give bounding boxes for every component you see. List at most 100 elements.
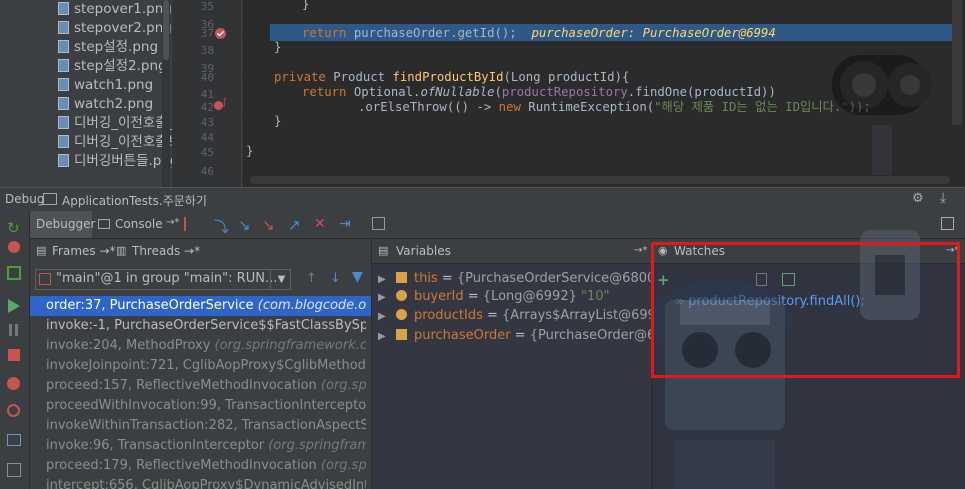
image-file-icon <box>58 59 69 72</box>
field-icon <box>395 272 407 283</box>
line-number: 43 <box>200 116 214 129</box>
get-thread-dump-icon[interactable] <box>7 434 21 446</box>
line-number: 37 <box>200 27 214 40</box>
line-number: 40 <box>200 71 214 84</box>
breakpoint-lambda-icon[interactable] <box>214 101 223 110</box>
variables-panel-header: ▤ Variables →* <box>372 239 651 264</box>
debug-label: Debug <box>5 192 45 206</box>
restore-layout-icon[interactable] <box>7 266 21 280</box>
tab-threads[interactable]: Threads →* <box>132 239 200 263</box>
watches-highlight-frame <box>651 242 960 378</box>
image-file-icon <box>58 154 69 167</box>
file-item[interactable]: step설정.png <box>58 38 158 57</box>
filter-icon[interactable]: ▼ <box>352 269 363 285</box>
restore-watches-icon[interactable] <box>941 217 954 230</box>
tab-debugger[interactable]: Debugger <box>30 211 95 238</box>
variables-icon: ▤ <box>378 244 389 257</box>
frame-item[interactable]: invokeWithinTransaction:282, Transaction… <box>46 416 366 436</box>
variable-row[interactable]: ▶ purchaseOrder = {PurchaseOrder@699 <box>378 326 672 346</box>
file-item[interactable]: step설정2.png <box>58 57 167 76</box>
editor-gutter: 35 36 37 38 39 40 41 42 43 44 45 46 ʃ <box>172 0 242 187</box>
view-breakpoints-icon[interactable] <box>7 377 20 390</box>
line-number: 35 <box>200 0 214 13</box>
run-to-cursor-icon[interactable]: ⇥ <box>339 216 351 232</box>
editor-scrollbar[interactable] <box>952 0 962 125</box>
line-number: 38 <box>200 44 214 57</box>
threads-icon: ▥ <box>116 244 127 257</box>
file-list-scrollbar[interactable] <box>162 0 170 187</box>
debug-tool-window-title: Debug ApplicationTests.주문하기 ⚙ ⤓ <box>0 187 965 211</box>
frames-panel-header: ▤ Frames →* ▥ Threads →* <box>30 239 371 264</box>
file-item[interactable]: stepover1.png <box>58 0 172 19</box>
variable-row[interactable]: ▶ buyerId = {Long@6992} "10" <box>378 287 610 307</box>
line-number: 46 <box>200 165 214 178</box>
image-file-icon <box>58 97 69 110</box>
lambda-marker-icon: ʃ <box>223 98 227 108</box>
code-editor[interactable]: } return purchaseOrder.getId(); purchase… <box>242 0 965 187</box>
breakpoint-check-icon[interactable] <box>215 28 226 39</box>
file-item[interactable]: watch1.png <box>58 76 153 95</box>
previous-frame-icon[interactable]: ↑ <box>306 271 317 286</box>
inline-debug-value: purchaseOrder: PurchaseOrder@6994 <box>531 26 776 40</box>
step-out-icon[interactable]: ↗ <box>288 216 301 234</box>
hide-panel-icon[interactable]: ⤓ <box>940 190 946 206</box>
frame-item[interactable]: invoke:204, MethodProxy (org.springframe… <box>46 336 366 356</box>
stop-icon[interactable] <box>8 349 20 361</box>
run-config-tab[interactable]: ApplicationTests.주문하기 <box>62 192 207 209</box>
frame-item[interactable]: proceedWithInvocation:99, TransactionInt… <box>46 396 366 416</box>
frame-item[interactable]: intercept:656, CglibAopProxy$DynamicAdvi… <box>46 476 366 489</box>
code-line: } <box>274 40 282 54</box>
thread-selector-dropdown[interactable]: "main"@1 in group "main": RUN... <box>35 269 291 290</box>
thread-status-icon <box>39 273 51 285</box>
image-file-icon <box>58 2 69 15</box>
code-line: return purchaseOrder.getId(); purchaseOr… <box>302 26 776 40</box>
pause-icon-bar1[interactable] <box>9 324 12 336</box>
frame-item[interactable]: invoke:96, TransactionInterceptor (org.s… <box>46 436 366 456</box>
frame-item[interactable]: order:37, PurchaseOrderService (com.blog… <box>46 296 366 316</box>
frame-item[interactable]: invoke:-1, PurchaseOrderService$$FastCla… <box>46 316 366 336</box>
image-file-icon <box>58 116 69 129</box>
run-config-icon <box>43 193 57 205</box>
image-file-icon <box>58 21 69 34</box>
drop-frame-icon[interactable]: ✕ <box>314 216 326 232</box>
frame-item[interactable]: proceed:157, ReflectiveMethodInvocation … <box>46 376 366 396</box>
image-file-icon <box>58 135 69 148</box>
line-number: 42 <box>200 101 214 114</box>
settings-icon[interactable] <box>7 463 21 477</box>
frame-item[interactable]: proceed:179, ReflectiveMethodInvocation … <box>46 456 366 476</box>
code-line: .orElseThrow(() -> new RuntimeException(… <box>358 100 871 114</box>
next-frame-icon[interactable]: ↓ <box>330 271 341 286</box>
step-into-icon[interactable]: ↘ <box>238 216 251 234</box>
frames-icon: ▤ <box>36 244 47 257</box>
mute-breakpoints-icon[interactable] <box>7 404 20 417</box>
file-item[interactable]: 디버깅버튼들.png <box>58 152 179 171</box>
force-step-into-icon[interactable]: ↘ <box>262 216 275 234</box>
background-art <box>802 0 965 187</box>
evaluate-expression-icon[interactable] <box>372 217 385 230</box>
variables-title: Variables <box>396 244 451 258</box>
frame-item[interactable]: invokeJoinpoint:721, CglibAopProxy$Cglib… <box>46 356 366 376</box>
tab-console[interactable]: Console →* <box>94 211 180 238</box>
variable-row[interactable]: ▶ this = {PurchaseOrderService@6800} <box>378 269 664 289</box>
file-item[interactable]: stepover2.png <box>58 19 172 38</box>
step-over-icon[interactable]: ⤵ <box>214 216 229 237</box>
chevron-down-icon[interactable]: ▼ <box>270 269 292 290</box>
variables-pin-arrow[interactable]: →* <box>634 239 647 263</box>
resume-program-icon[interactable] <box>8 299 20 313</box>
console-icon <box>98 219 110 229</box>
tab-frames[interactable]: Frames →* <box>52 239 116 263</box>
file-item[interactable]: watch2.png <box>58 95 153 114</box>
code-line: } <box>302 0 310 11</box>
debug-action-strip: ↻ <box>0 211 30 489</box>
show-execution-point-icon[interactable] <box>184 217 200 231</box>
code-line: } <box>246 144 254 158</box>
variable-row[interactable]: ▶ productIds = {Arrays$ArrayList@6993 <box>378 306 664 326</box>
image-file-icon <box>58 78 69 91</box>
rerun-failed-icon[interactable] <box>8 241 20 253</box>
settings-gear-icon[interactable]: ⚙ <box>912 191 924 206</box>
image-file-icon <box>58 40 69 53</box>
rerun-icon[interactable]: ↻ <box>7 219 20 237</box>
pause-icon-bar2[interactable] <box>15 324 18 336</box>
editor-horizontal-scrollbar[interactable] <box>250 176 950 184</box>
thread-selector-bar: "main"@1 in group "main": RUN... ▼ ↑ ↓ ▼ <box>30 263 371 296</box>
